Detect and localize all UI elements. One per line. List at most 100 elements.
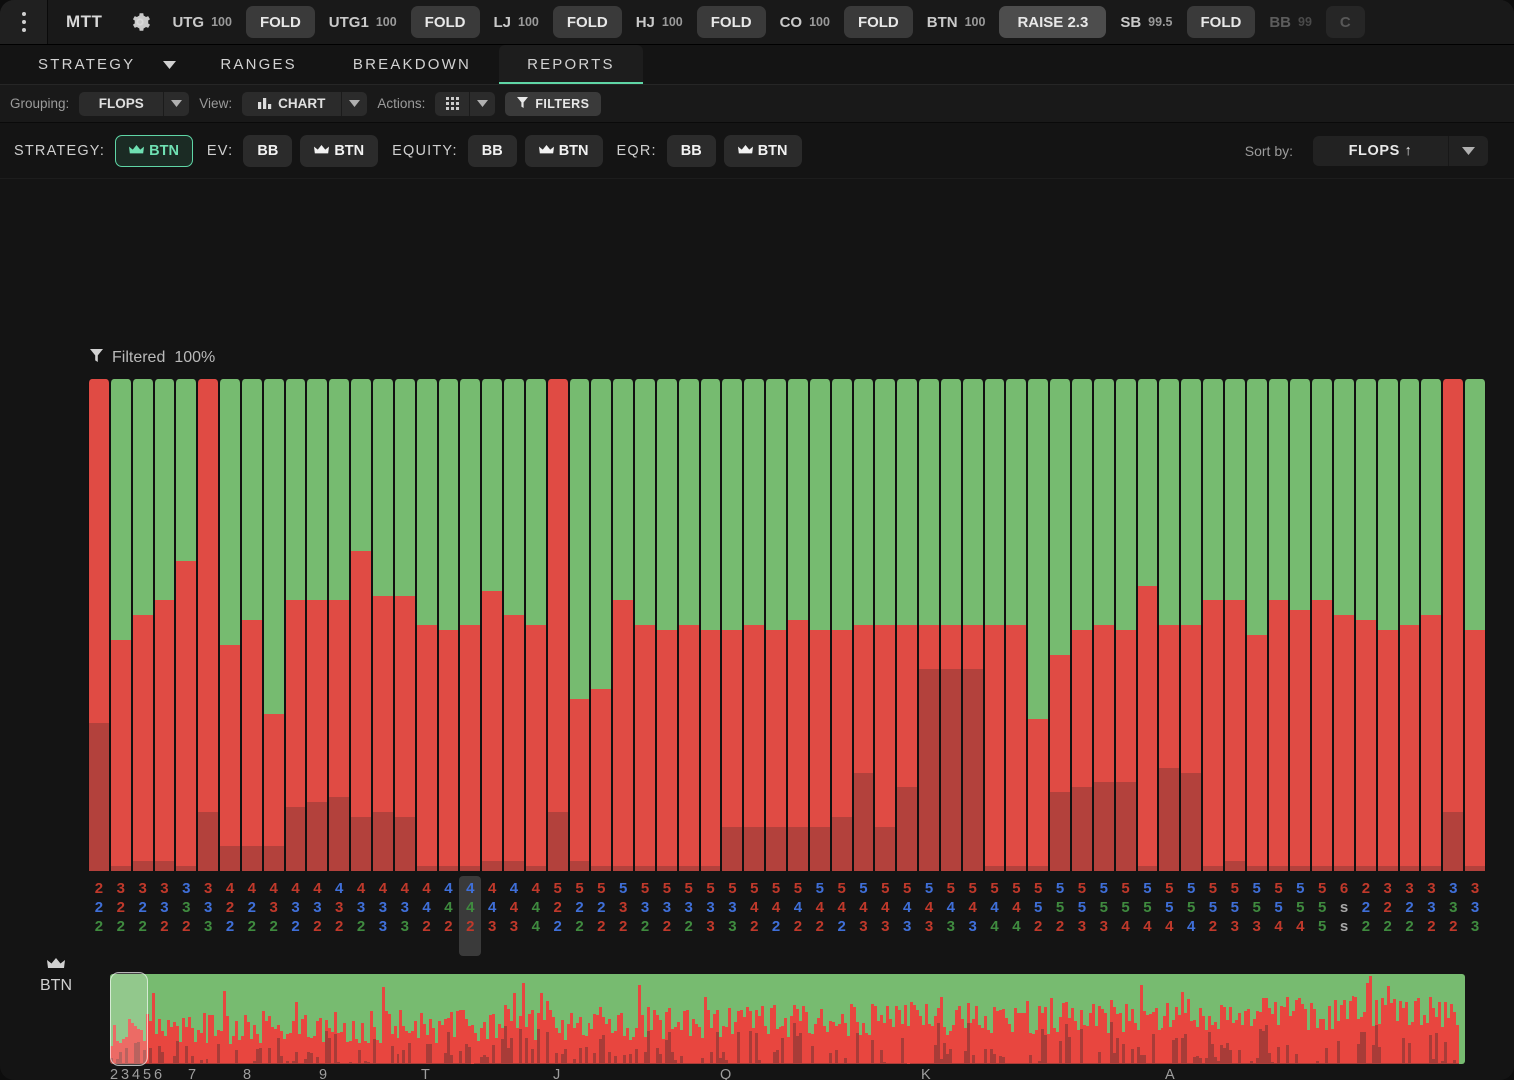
bar-column[interactable] xyxy=(153,379,176,871)
tab-ranges[interactable]: RANGES xyxy=(192,45,325,84)
bar-column[interactable] xyxy=(175,379,198,871)
bar-column[interactable] xyxy=(1180,379,1203,871)
action-button-hj[interactable]: FOLD xyxy=(696,6,766,38)
action-button-sb[interactable]: FOLD xyxy=(1186,6,1256,38)
action-button-lj[interactable]: FOLD xyxy=(552,6,622,38)
bar-column[interactable] xyxy=(197,379,220,871)
x-axis-card-column[interactable]: 4 4 2 xyxy=(459,876,482,956)
x-axis-card-column[interactable]: 5 4 2 xyxy=(831,876,853,956)
metric-option-bb[interactable]: BB xyxy=(467,134,517,167)
gear-icon[interactable] xyxy=(120,0,160,44)
chevron-down-icon[interactable] xyxy=(1448,135,1488,166)
bar-column[interactable] xyxy=(852,379,875,871)
seat-btn[interactable]: BTN 100 xyxy=(915,0,998,44)
bar-column[interactable] xyxy=(88,379,110,871)
bar-column[interactable] xyxy=(961,379,984,871)
x-axis-card-column[interactable]: 3 3 2 xyxy=(175,876,197,956)
grouping-select[interactable]: FLOPS xyxy=(79,91,190,116)
seat-hj[interactable]: HJ 100 xyxy=(624,0,695,44)
bar-column[interactable] xyxy=(371,379,394,871)
x-axis-card-column[interactable]: 4 3 2 xyxy=(350,876,372,956)
bar-column[interactable] xyxy=(787,379,809,871)
bar-column[interactable] xyxy=(1049,379,1071,871)
x-axis-card-column[interactable]: 5 3 2 xyxy=(634,876,656,956)
x-axis-card-column[interactable]: 5 3 2 xyxy=(612,876,634,956)
x-axis-card-column[interactable]: 5 2 2 xyxy=(569,876,591,956)
x-axis-card-column[interactable]: 3 3 2 xyxy=(1442,876,1464,956)
x-axis-card-column[interactable]: 2 2 2 xyxy=(1355,876,1377,956)
x-axis-card-column[interactable]: 5 5 3 xyxy=(1071,876,1093,956)
bar-column[interactable] xyxy=(830,379,853,871)
seat-sb[interactable]: SB 99.5 xyxy=(1108,0,1184,44)
bar-column[interactable] xyxy=(1464,379,1486,871)
bar-column[interactable] xyxy=(524,379,547,871)
filters-button[interactable]: FILTERS xyxy=(505,91,602,116)
bar-column[interactable] xyxy=(1027,379,1050,871)
bar-column[interactable] xyxy=(874,379,897,871)
bar-column[interactable] xyxy=(109,379,132,871)
x-axis-card-column[interactable]: 5 5 4 xyxy=(1115,876,1137,956)
bar-column[interactable] xyxy=(765,379,787,871)
x-axis-card-column[interactable]: 5 5 4 xyxy=(1289,876,1311,956)
bar-column[interactable] xyxy=(612,379,635,871)
bar-column[interactable] xyxy=(350,379,372,871)
chart-overview-minimap[interactable] xyxy=(110,974,1465,1064)
x-axis-card-column[interactable]: 5 4 2 xyxy=(787,876,809,956)
x-axis-card-column[interactable]: 4 3 2 xyxy=(263,876,285,956)
metric-option-bb[interactable]: BB xyxy=(243,134,293,167)
bar-column[interactable] xyxy=(1376,379,1399,871)
bar-column[interactable] xyxy=(437,379,460,871)
action-button-btn[interactable]: RAISE 2.3 xyxy=(999,6,1107,38)
bar-column[interactable] xyxy=(1202,379,1224,871)
x-axis-card-column[interactable]: 3 3 2 xyxy=(154,876,176,956)
x-axis-card-column[interactable]: 5 4 3 xyxy=(874,876,896,956)
bar-column[interactable] xyxy=(1158,379,1181,871)
x-axis-card-column[interactable]: 5 4 3 xyxy=(918,876,940,956)
action-button-bb[interactable]: C xyxy=(1325,6,1365,38)
metric-option-btn[interactable]: BTN xyxy=(524,134,603,167)
bar-column[interactable] xyxy=(699,379,722,871)
bar-column[interactable] xyxy=(1398,379,1421,871)
chevron-down-icon[interactable] xyxy=(469,91,495,116)
tab-breakdown[interactable]: BREAKDOWN xyxy=(325,45,499,84)
x-axis-card-column[interactable]: 3 2 2 xyxy=(1377,876,1399,956)
x-axis-card-column[interactable]: 5 4 4 xyxy=(1005,876,1027,956)
x-axis-card-column[interactable]: 5 5 2 xyxy=(1027,876,1049,956)
tab-strategy[interactable]: STRATEGY xyxy=(10,45,163,84)
x-axis-card-column[interactable]: 5 4 3 xyxy=(853,876,875,956)
bar-column[interactable] xyxy=(284,379,307,871)
chevron-down-icon[interactable] xyxy=(163,91,189,116)
bar-column[interactable] xyxy=(1289,379,1312,871)
x-axis-card-column[interactable]: 5 5 4 xyxy=(1158,876,1180,956)
x-axis-card-column[interactable]: 4 4 3 xyxy=(503,876,525,956)
bar-column[interactable] xyxy=(1354,379,1377,871)
bar-column[interactable] xyxy=(1005,379,1028,871)
bar-column[interactable] xyxy=(546,379,569,871)
x-axis-card-column[interactable]: 5 4 3 xyxy=(896,876,918,956)
view-select[interactable]: CHART xyxy=(242,91,368,116)
bar-column[interactable] xyxy=(393,379,416,871)
x-axis-card-column[interactable]: 4 4 4 xyxy=(525,876,547,956)
bar-column[interactable] xyxy=(939,379,962,871)
x-axis-card-column[interactable]: 5 3 2 xyxy=(656,876,678,956)
metric-option-btn[interactable]: BTN xyxy=(115,134,193,167)
bar-column[interactable] xyxy=(262,379,285,871)
bar-column[interactable] xyxy=(1333,379,1355,871)
bar-column[interactable] xyxy=(240,379,263,871)
bar-column[interactable] xyxy=(1223,379,1246,871)
x-axis-card-column[interactable]: 5 5 4 xyxy=(1137,876,1159,956)
bar-column[interactable] xyxy=(1136,379,1159,871)
bar-column[interactable] xyxy=(306,379,329,871)
x-axis-card-column[interactable]: 5 5 2 xyxy=(1202,876,1224,956)
bar-column[interactable] xyxy=(721,379,744,871)
x-axis-card-column[interactable]: 5 2 2 xyxy=(547,876,569,956)
seat-utg[interactable]: UTG 100 xyxy=(160,0,244,44)
bar-column[interactable] xyxy=(896,379,919,871)
bar-column[interactable] xyxy=(1311,379,1334,871)
x-axis-card-column[interactable]: 5 5 3 xyxy=(1224,876,1246,956)
x-axis-card-column[interactable]: 3 2 2 xyxy=(1399,876,1421,956)
seat-lj[interactable]: LJ 100 xyxy=(482,0,551,44)
bar-column[interactable] xyxy=(983,379,1006,871)
x-axis-card-column[interactable]: 5 4 2 xyxy=(765,876,787,956)
seat-co[interactable]: CO 100 xyxy=(768,0,842,44)
